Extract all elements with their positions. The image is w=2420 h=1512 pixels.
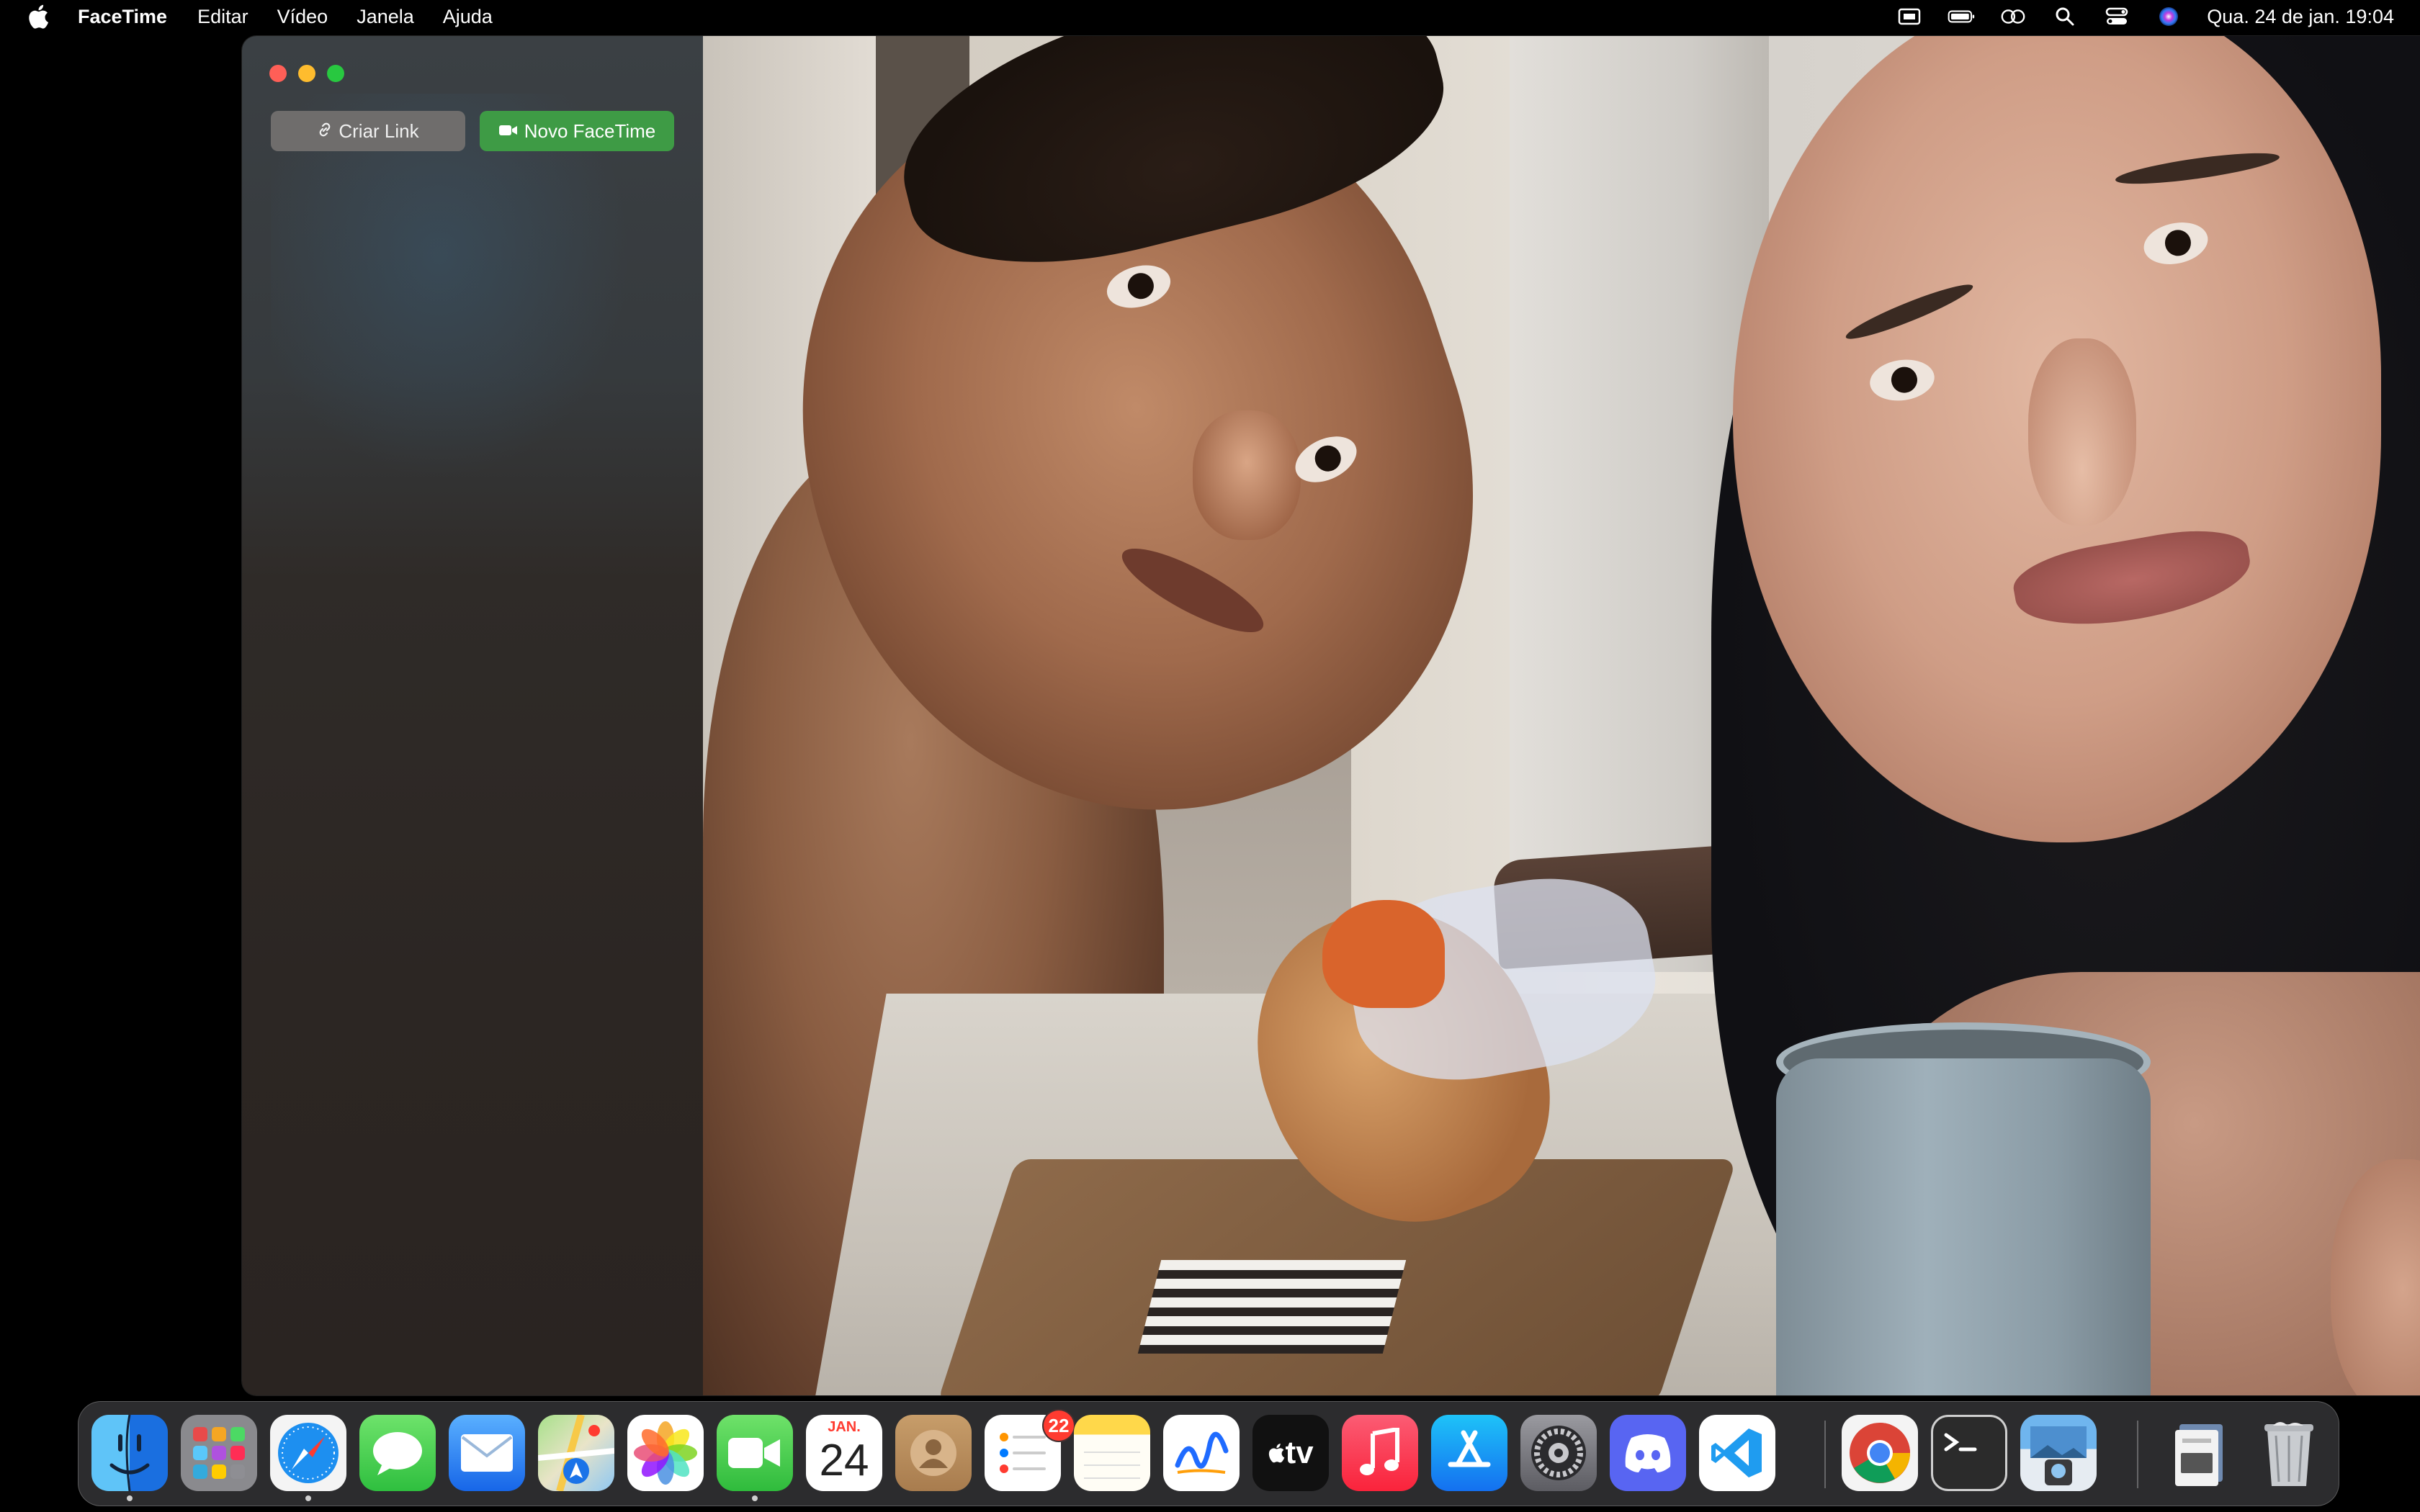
- siri-icon[interactable]: [2155, 6, 2182, 27]
- battery-icon[interactable]: [1948, 6, 1975, 27]
- menu-ajuda[interactable]: Ajuda: [443, 6, 493, 28]
- terminal-icon[interactable]: [1931, 1415, 2007, 1491]
- link-icon: [317, 120, 333, 143]
- menu-editar[interactable]: Editar: [197, 6, 248, 28]
- reminders-badge: 22: [1042, 1409, 1075, 1442]
- create-link-label: Criar Link: [339, 120, 419, 142]
- sidebar-blur: [271, 94, 645, 497]
- person-right-nose: [2028, 338, 2136, 526]
- chrome-icon[interactable]: [1842, 1415, 1918, 1491]
- music-icon[interactable]: [1342, 1415, 1418, 1491]
- window-close-button[interactable]: [269, 65, 287, 82]
- dock: JAN. 24 22 tv: [78, 1401, 2339, 1506]
- tray-pattern: [1137, 1260, 1407, 1354]
- calendar-icon[interactable]: JAN. 24: [806, 1415, 882, 1491]
- dock-separator: [2137, 1421, 2138, 1488]
- safari-icon[interactable]: [270, 1415, 346, 1491]
- menu-clock[interactable]: Qua. 24 de jan. 19:04: [2207, 6, 2394, 28]
- appstore-icon[interactable]: [1431, 1415, 1507, 1491]
- menu-bar: FaceTime Editar Vídeo Janela Ajuda Qua. …: [0, 0, 2420, 33]
- control-center-icon[interactable]: [2103, 6, 2130, 27]
- running-indicator: [752, 1495, 758, 1501]
- mail-icon[interactable]: [449, 1415, 525, 1491]
- messages-icon[interactable]: [359, 1415, 436, 1491]
- mug: [1776, 1058, 2151, 1395]
- notes-icon[interactable]: [1074, 1415, 1150, 1491]
- running-indicator: [305, 1495, 311, 1501]
- create-link-button[interactable]: Criar Link: [271, 111, 465, 151]
- appletv-label: tv: [1285, 1435, 1314, 1470]
- downloads-stack-icon[interactable]: [2161, 1415, 2238, 1491]
- appletv-icon[interactable]: tv: [1252, 1415, 1329, 1491]
- apple-menu-icon[interactable]: [27, 4, 53, 30]
- screen-mirroring-icon[interactable]: [1999, 6, 2027, 27]
- photos-icon[interactable]: [627, 1415, 704, 1491]
- new-facetime-button[interactable]: Novo FaceTime: [480, 111, 674, 151]
- calendar-day: 24: [819, 1436, 869, 1485]
- calendar-month: JAN.: [828, 1419, 861, 1435]
- running-indicator: [127, 1495, 133, 1501]
- screen-icon[interactable]: [1896, 6, 1923, 27]
- sidebar: Criar Link Novo FaceTime: [242, 36, 703, 1395]
- video-camera-icon: [498, 120, 519, 143]
- launchpad-icon[interactable]: [181, 1415, 257, 1491]
- new-facetime-label: Novo FaceTime: [524, 120, 656, 142]
- discord-icon[interactable]: [1610, 1415, 1686, 1491]
- window-minimize-button[interactable]: [298, 65, 315, 82]
- bread-tag: [1322, 900, 1445, 1008]
- maps-icon[interactable]: [538, 1415, 614, 1491]
- settings-icon[interactable]: [1520, 1415, 1597, 1491]
- preview-icon[interactable]: [2020, 1415, 2097, 1491]
- trash-icon[interactable]: [2251, 1415, 2327, 1491]
- facetime-icon[interactable]: [717, 1415, 793, 1491]
- window-fullscreen-button[interactable]: [327, 65, 344, 82]
- person-left-nose: [1193, 410, 1301, 540]
- camera-preview: [703, 36, 2420, 1395]
- vscode-icon[interactable]: [1699, 1415, 1775, 1491]
- menu-janela[interactable]: Janela: [357, 6, 414, 28]
- facetime-window: Criar Link Novo FaceTime: [242, 36, 2420, 1395]
- contacts-icon[interactable]: [895, 1415, 972, 1491]
- menu-app-name[interactable]: FaceTime: [78, 6, 167, 28]
- spotlight-icon[interactable]: [2051, 6, 2079, 27]
- freeform-icon[interactable]: [1163, 1415, 1240, 1491]
- menu-video[interactable]: Vídeo: [277, 6, 328, 28]
- dock-separator: [1824, 1421, 1826, 1488]
- finder-icon[interactable]: [91, 1415, 168, 1491]
